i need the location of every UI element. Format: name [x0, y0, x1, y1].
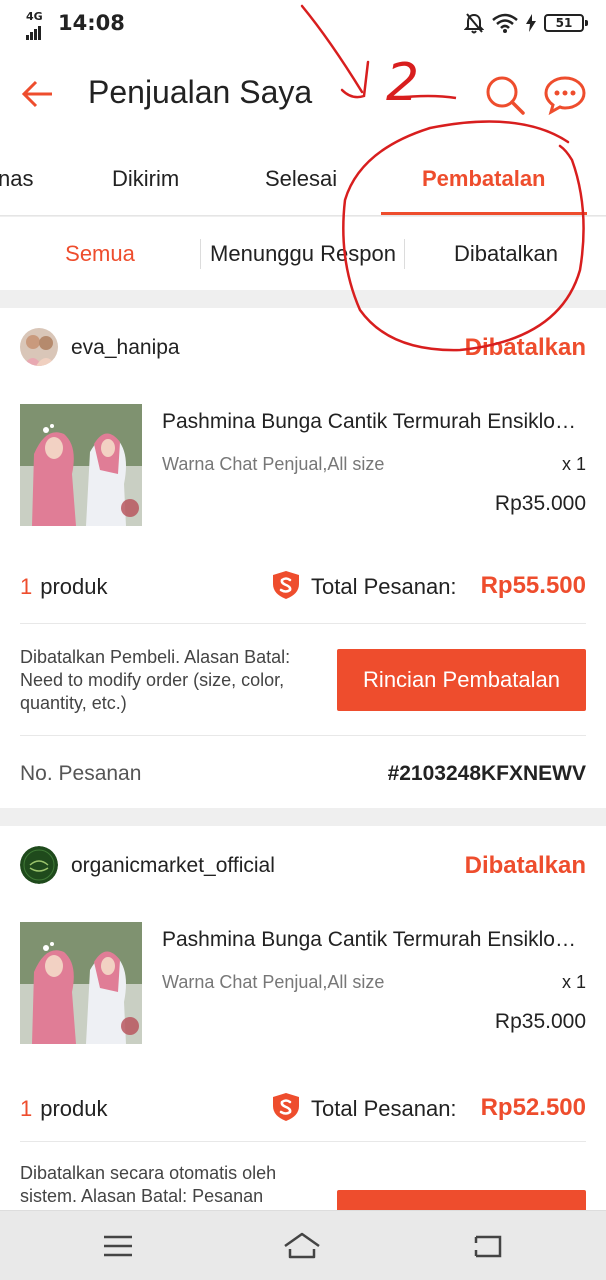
- back-icon[interactable]: [468, 1229, 508, 1263]
- battery-level: 51: [555, 16, 573, 30]
- divider: [20, 1141, 586, 1142]
- product-item[interactable]: Pashmina Bunga Cantik Termurah Ensiklope…: [20, 404, 586, 528]
- order-number-row: No. Pesanan #2103248KFXNEWV: [20, 754, 586, 794]
- charging-icon: [526, 14, 536, 32]
- tab-dikirim[interactable]: Dikirim: [112, 146, 179, 216]
- order-card[interactable]: organicmarket_official Dibatalkan Pashmi…: [0, 826, 606, 1216]
- total-label: Total Pesanan:: [311, 1096, 457, 1121]
- cancellation-detail-button[interactable]: Rincian Pembatalan: [337, 649, 586, 711]
- subtab-divider: [404, 239, 405, 269]
- subtab-dibatalkan[interactable]: Dibatalkan: [406, 217, 606, 290]
- subtab-semua[interactable]: Semua: [0, 217, 200, 290]
- subtab-menunggu-respon[interactable]: Menunggu Respon: [202, 217, 404, 290]
- product-count: 1 produk: [20, 574, 108, 600]
- product-variant: Warna Chat Penjual,All size: [162, 972, 385, 992]
- total-value: Rp55.500: [480, 572, 586, 599]
- status-bar: 4G 14:08 51: [0, 0, 606, 46]
- order-number: #2103248KFXNEWV: [387, 762, 586, 785]
- order-summary: 1 produk Total Pesanan: Rp55.500: [20, 566, 586, 606]
- wifi-icon: [492, 13, 518, 33]
- home-icon[interactable]: [282, 1229, 322, 1263]
- back-arrow-icon[interactable]: [18, 74, 58, 114]
- product-count-label: produk: [40, 1096, 108, 1121]
- subtab-divider: [200, 239, 201, 269]
- tab-pembatalan[interactable]: Pembatalan: [422, 146, 546, 216]
- product-price: Rp35.000: [494, 492, 586, 515]
- mute-notification-icon: [464, 13, 484, 34]
- shop-header[interactable]: eva_hanipa Dibatalkan: [20, 328, 586, 368]
- product-quantity: x 1: [561, 972, 586, 992]
- product-image: [20, 404, 142, 526]
- order-status-tabs: nas Dikirim Selesai Pembatalan: [0, 146, 606, 216]
- product-name: Pashmina Bunga Cantik Termurah Ensiklope…: [162, 410, 586, 433]
- shield-icon: [273, 1093, 299, 1121]
- cancel-filter-tabs: Semua Menunggu Respon Dibatalkan: [0, 217, 606, 290]
- order-status: Dibatalkan: [464, 334, 586, 361]
- battery-icon: 51: [544, 14, 588, 32]
- page-title: Penjualan Saya: [88, 74, 313, 110]
- cancel-reason: Dibatalkan Pembeli. Alasan Batal: Need t…: [20, 647, 291, 713]
- product-item[interactable]: Pashmina Bunga Cantik Termurah Ensiklope…: [20, 922, 586, 1046]
- product-count: 1 produk: [20, 1096, 108, 1122]
- order-status: Dibatalkan: [464, 852, 586, 879]
- product-image: [20, 922, 142, 1044]
- product-variant: Warna Chat Penjual,All size: [162, 454, 385, 474]
- shop-name: eva_hanipa: [71, 336, 180, 359]
- cancel-reason: Dibatalkan secara otomatis oleh sistem. …: [20, 1163, 277, 1206]
- order-card[interactable]: eva_hanipa Dibatalkan Pashmina Bunga Can…: [0, 308, 606, 808]
- total-label: Total Pesanan:: [311, 574, 457, 599]
- product-count-label: produk: [40, 574, 108, 599]
- product-count-number: 1: [20, 1096, 33, 1121]
- chat-icon[interactable]: [542, 74, 588, 116]
- avatar: [20, 846, 58, 884]
- divider: [20, 623, 586, 624]
- clock: 14:08: [58, 11, 125, 35]
- divider: [20, 735, 586, 736]
- total-value: Rp52.500: [480, 1094, 586, 1121]
- signal-icon: 4G: [24, 10, 50, 40]
- product-price: Rp35.000: [494, 1010, 586, 1033]
- menu-icon[interactable]: [98, 1229, 138, 1263]
- shop-name: organicmarket_official: [71, 854, 275, 877]
- system-navigation-bar: [0, 1210, 606, 1280]
- product-quantity: x 1: [561, 454, 586, 474]
- order-number-label: No. Pesanan: [20, 762, 142, 785]
- avatar: [20, 328, 58, 366]
- order-summary: 1 produk Total Pesanan: Rp52.500: [20, 1088, 586, 1128]
- tab-dikemas[interactable]: nas: [0, 146, 33, 216]
- app-header: Penjualan Saya: [0, 46, 606, 146]
- product-name: Pashmina Bunga Cantik Termurah Ensiklope…: [162, 928, 586, 951]
- search-icon[interactable]: [484, 74, 526, 116]
- tab-selesai[interactable]: Selesai: [265, 146, 337, 216]
- product-count-number: 1: [20, 574, 33, 599]
- shield-icon: [273, 571, 299, 599]
- active-tab-indicator: [381, 212, 587, 215]
- shop-header[interactable]: organicmarket_official Dibatalkan: [20, 846, 586, 886]
